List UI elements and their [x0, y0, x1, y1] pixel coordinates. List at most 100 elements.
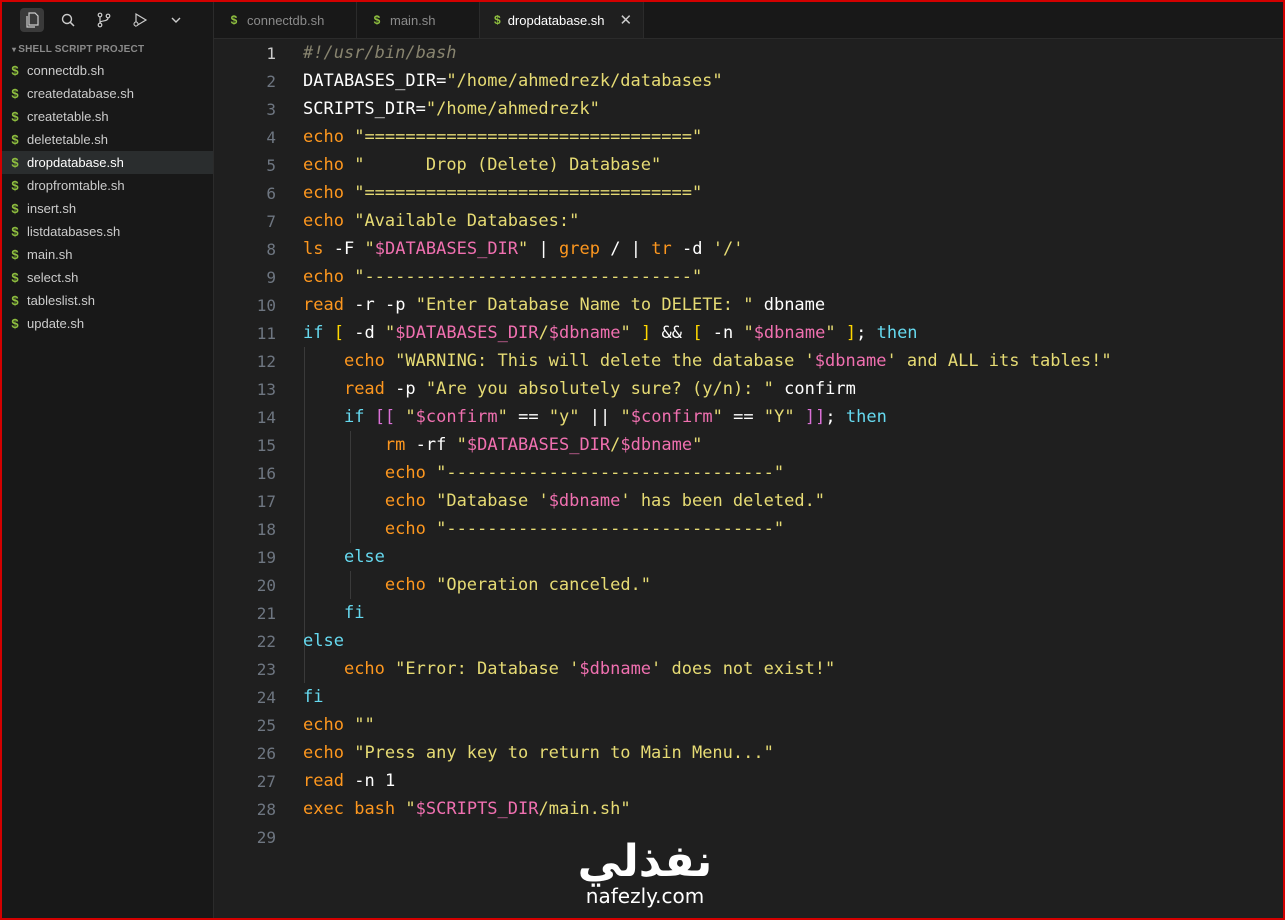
- tab-connectdb[interactable]: $ connectdb.sh: [214, 2, 357, 38]
- code-line[interactable]: 24 fi: [214, 683, 1283, 711]
- files-icon[interactable]: [20, 8, 44, 32]
- run-debug-icon[interactable]: [128, 8, 152, 32]
- dollar-file-icon: $: [11, 178, 19, 193]
- line-number: 7: [266, 211, 276, 231]
- file-item[interactable]: $ update.sh: [2, 312, 213, 335]
- dollar-file-icon: $: [11, 132, 19, 147]
- code-line[interactable]: 17 echo "Database '$dbname' has been del…: [214, 487, 1283, 515]
- code-line[interactable]: 21 fi: [214, 599, 1283, 627]
- code-line[interactable]: 12 echo "WARNING: This will delete the d…: [214, 347, 1283, 375]
- line-number: 29: [256, 827, 276, 847]
- project-section-header[interactable]: ▾ SHELL SCRIPT PROJECT: [2, 38, 213, 59]
- file-item[interactable]: $ tableslist.sh: [2, 289, 213, 312]
- file-list: $ connectdb.sh $ createdatabase.sh $ createta…: [2, 59, 213, 335]
- code-text: fi: [343, 603, 365, 623]
- line-number: 2: [266, 71, 276, 91]
- code-line[interactable]: 6 echo "================================": [214, 179, 1283, 207]
- code-editor[interactable]: 1 #!/usr/bin/bash 2 DATABASES_DIR="/home/ah…: [214, 39, 1283, 918]
- line-number: 5: [266, 155, 276, 175]
- line-number: 6: [266, 183, 276, 203]
- section-title: SHELL SCRIPT PROJECT: [18, 44, 145, 55]
- code-line[interactable]: 20 echo "Operation canceled.": [214, 571, 1283, 599]
- tab-main[interactable]: $ main.sh: [357, 2, 480, 38]
- dollar-file-icon: $: [11, 224, 19, 239]
- line-number: 26: [256, 743, 276, 763]
- line-number: 8: [266, 239, 276, 259]
- code-line[interactable]: 18 echo "-------------------------------…: [214, 515, 1283, 543]
- code-line[interactable]: 26 echo "Press any key to return to Main …: [214, 739, 1283, 767]
- chevron-down-icon[interactable]: [164, 8, 188, 32]
- explorer-sidebar: ▾ SHELL SCRIPT PROJECT $ connectdb.sh $ cre…: [2, 2, 214, 918]
- close-icon[interactable]: ✕: [620, 11, 633, 29]
- code-text: read -p "Are you absolutely sure? (y/n):…: [343, 379, 856, 399]
- dollar-file-icon: $: [11, 109, 19, 124]
- dollar-file-icon: $: [494, 13, 501, 27]
- code-text: #!/usr/bin/bash: [303, 43, 457, 63]
- code-line[interactable]: 10 read -r -p "Enter Database Name to DEL…: [214, 291, 1283, 319]
- line-number: 11: [256, 323, 276, 343]
- code-line[interactable]: 2 DATABASES_DIR="/home/ahmedrezk/database…: [214, 67, 1283, 95]
- code-line[interactable]: 7 echo "Available Databases:": [214, 207, 1283, 235]
- file-name: connectdb.sh: [27, 63, 105, 78]
- code-line[interactable]: 25 echo "": [214, 711, 1283, 739]
- watermark-url: nafezly.com: [585, 884, 705, 908]
- dollar-file-icon: $: [373, 13, 381, 27]
- dollar-file-icon: $: [11, 63, 19, 78]
- line-number: 23: [256, 659, 276, 679]
- code-line[interactable]: 3 SCRIPTS_DIR="/home/ahmedrezk": [214, 95, 1283, 123]
- line-number: 17: [256, 491, 276, 511]
- code-text: echo "Available Databases:": [303, 211, 580, 231]
- file-item[interactable]: $ main.sh: [2, 243, 213, 266]
- code-text: echo "--------------------------------": [303, 267, 703, 287]
- code-line[interactable]: 22 else: [214, 627, 1283, 655]
- code-line[interactable]: 27 read -n 1: [214, 767, 1283, 795]
- code-line[interactable]: 14 if [[ "$confirm" == "y" || "$confirm"…: [214, 403, 1283, 431]
- file-item[interactable]: $ dropdatabase.sh: [2, 151, 213, 174]
- code-text: echo "": [303, 715, 375, 735]
- file-item[interactable]: $ listdatabases.sh: [2, 220, 213, 243]
- line-number: 14: [256, 407, 276, 427]
- file-item[interactable]: $ createdatabase.sh: [2, 82, 213, 105]
- file-item[interactable]: $ deletetable.sh: [2, 128, 213, 151]
- code-line[interactable]: 11 if [ -d "$DATABASES_DIR/$dbname" ] && …: [214, 319, 1283, 347]
- code-text: echo "--------------------------------": [384, 463, 785, 483]
- file-item[interactable]: $ select.sh: [2, 266, 213, 289]
- code-text: if [[ "$confirm" == "y" || "$confirm" ==…: [343, 407, 887, 427]
- code-text: DATABASES_DIR="/home/ahmedrezk/databases…: [303, 71, 723, 91]
- code-line[interactable]: 13 read -p "Are you absolutely sure? (y/…: [214, 375, 1283, 403]
- file-name: deletetable.sh: [27, 132, 108, 147]
- file-item[interactable]: $ dropfromtable.sh: [2, 174, 213, 197]
- code-line[interactable]: 23 echo "Error: Database '$dbname' does …: [214, 655, 1283, 683]
- source-control-icon[interactable]: [92, 8, 116, 32]
- line-number: 12: [256, 351, 276, 371]
- code-text: echo "Database '$dbname' has been delete…: [384, 491, 826, 511]
- code-line[interactable]: 28 exec bash "$SCRIPTS_DIR/main.sh": [214, 795, 1283, 823]
- code-line[interactable]: 4 echo "================================": [214, 123, 1283, 151]
- code-line[interactable]: 8 ls -F "$DATABASES_DIR" | grep / | tr -d…: [214, 235, 1283, 263]
- tab-label: main.sh: [390, 12, 436, 28]
- code-line[interactable]: 9 echo "--------------------------------": [214, 263, 1283, 291]
- code-text: echo "================================": [303, 127, 703, 147]
- code-line[interactable]: 16 echo "-------------------------------…: [214, 459, 1283, 487]
- code-line[interactable]: 19 else: [214, 543, 1283, 571]
- editor-tab-bar: $ connectdb.sh $ main.sh $ dropdatabase.sh ✕: [214, 2, 1283, 39]
- file-item[interactable]: $ insert.sh: [2, 197, 213, 220]
- code-line[interactable]: 5 echo " Drop (Delete) Database": [214, 151, 1283, 179]
- search-icon[interactable]: [56, 8, 80, 32]
- dollar-file-icon: $: [11, 316, 19, 331]
- code-line[interactable]: 29: [214, 823, 1283, 851]
- file-item[interactable]: $ connectdb.sh: [2, 59, 213, 82]
- file-name: listdatabases.sh: [27, 224, 121, 239]
- code-text: rm -rf "$DATABASES_DIR/$dbname": [384, 435, 703, 455]
- line-number: 18: [256, 519, 276, 539]
- code-text: echo "--------------------------------": [384, 519, 785, 539]
- dollar-file-icon: $: [11, 201, 19, 216]
- code-text: else: [303, 631, 344, 651]
- code-line[interactable]: 1 #!/usr/bin/bash: [214, 39, 1283, 67]
- file-name: createdatabase.sh: [27, 86, 134, 101]
- code-text: read -r -p "Enter Database Name to DELET…: [303, 295, 826, 315]
- code-line[interactable]: 15 rm -rf "$DATABASES_DIR/$dbname": [214, 431, 1283, 459]
- file-item[interactable]: $ createtable.sh: [2, 105, 213, 128]
- dollar-file-icon: $: [11, 270, 19, 285]
- tab-dropdatabase[interactable]: $ dropdatabase.sh ✕: [480, 2, 644, 38]
